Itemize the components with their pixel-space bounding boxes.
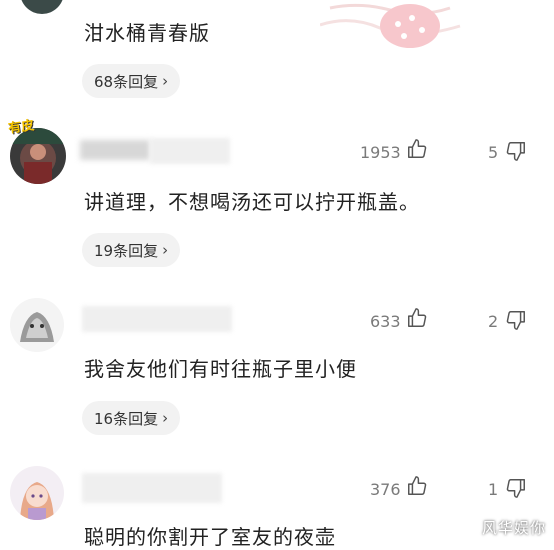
comment-text: 讲道理，不想喝汤还可以拧开瓶盖。 bbox=[84, 190, 420, 214]
thumbs-up-icon[interactable] bbox=[406, 307, 428, 333]
sticker-decoration bbox=[319, 0, 470, 55]
comment-text: 聪明的你割开了室友的夜壶 bbox=[84, 525, 336, 549]
thumbs-down-icon[interactable] bbox=[505, 477, 527, 503]
like-count: 1953 bbox=[360, 143, 401, 162]
reply-count-label: 68条回复 bbox=[94, 72, 159, 91]
thumbs-down-icon[interactable] bbox=[505, 140, 527, 166]
username-redacted bbox=[150, 138, 230, 164]
chevron-right-icon: › bbox=[162, 409, 169, 427]
avatar[interactable] bbox=[20, 0, 64, 14]
view-replies-button[interactable]: 16条回复 › bbox=[82, 401, 181, 435]
chevron-right-icon: › bbox=[162, 241, 169, 259]
reply-count-label: 19条回复 bbox=[94, 241, 159, 260]
thumbs-down-icon[interactable] bbox=[505, 309, 527, 335]
avatar[interactable] bbox=[10, 466, 64, 520]
comment-text: 泔水桶青春版 bbox=[84, 21, 210, 45]
username-redacted bbox=[82, 473, 222, 503]
comment-text: 我舍友他们有时往瓶子里小便 bbox=[84, 357, 357, 381]
dislike-count: 2 bbox=[488, 312, 499, 331]
username-redacted bbox=[80, 140, 150, 160]
watermark: 风华娱你 bbox=[481, 519, 546, 537]
chevron-right-icon: › bbox=[162, 72, 169, 90]
view-replies-button[interactable]: 68条回复 › bbox=[82, 64, 181, 98]
like-count: 633 bbox=[370, 312, 401, 331]
like-count: 376 bbox=[370, 480, 401, 499]
dislike-count: 5 bbox=[488, 143, 499, 162]
username-redacted bbox=[82, 306, 232, 332]
avatar[interactable] bbox=[10, 298, 64, 352]
thumbs-up-icon[interactable] bbox=[406, 475, 428, 501]
avatar[interactable] bbox=[10, 128, 66, 184]
thumbs-up-icon[interactable] bbox=[406, 138, 428, 164]
view-replies-button[interactable]: 19条回复 › bbox=[82, 233, 181, 267]
avatar-badge: 有皮 bbox=[7, 118, 36, 137]
dislike-count: 1 bbox=[488, 480, 499, 499]
reply-count-label: 16条回复 bbox=[94, 409, 159, 428]
